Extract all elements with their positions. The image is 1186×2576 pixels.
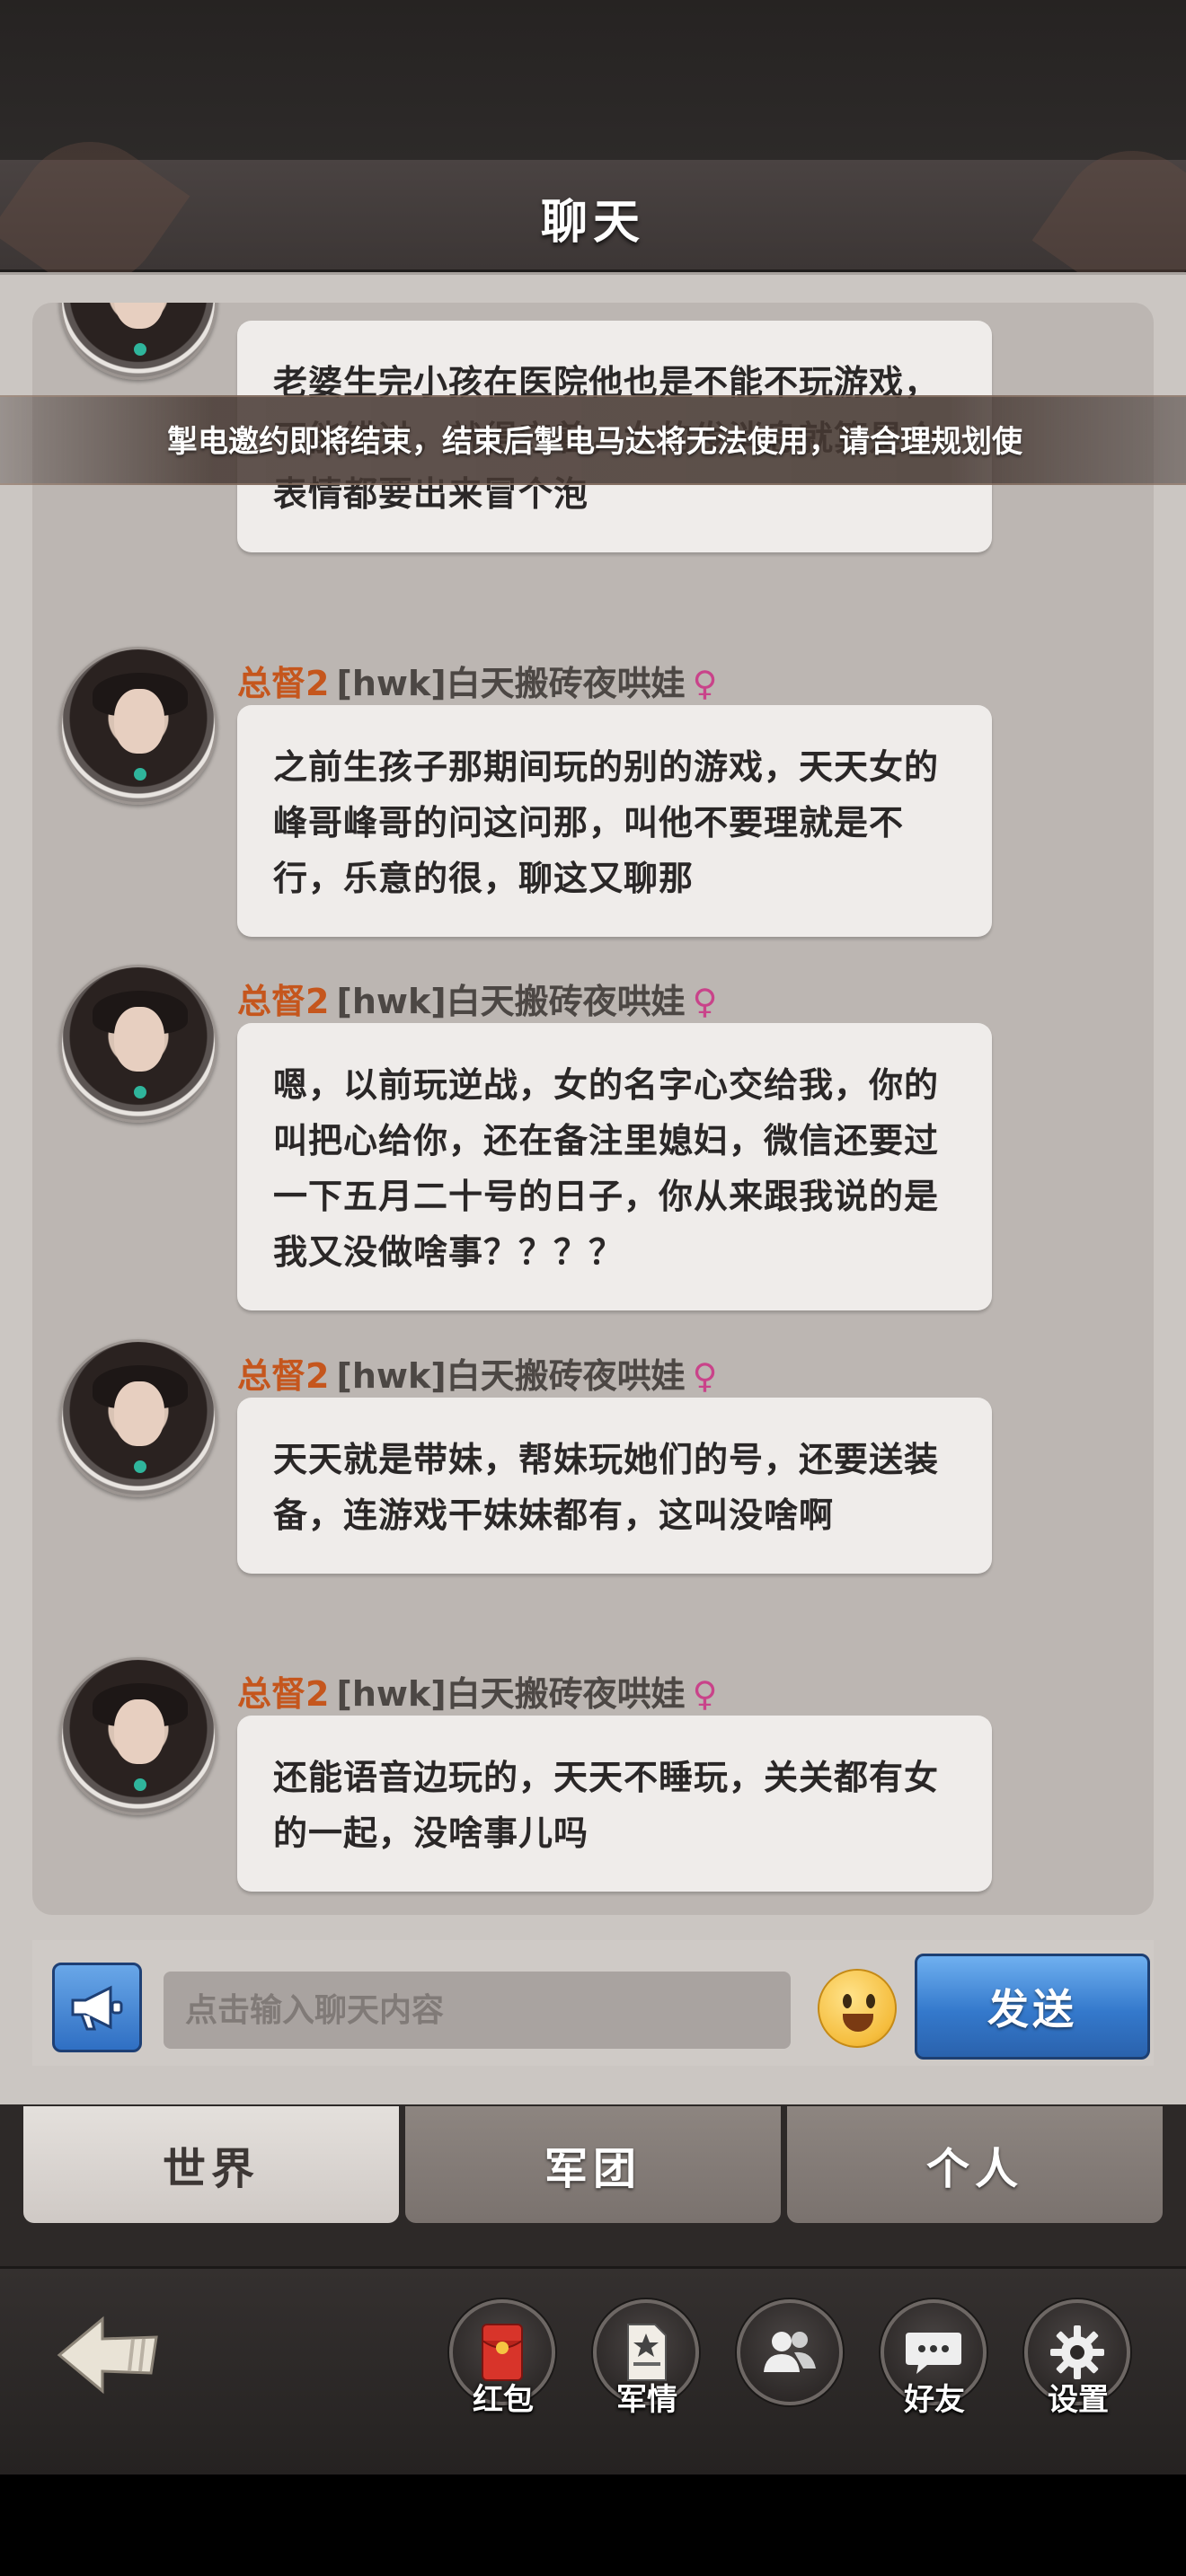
- dock-friends[interactable]: 好友: [881, 2299, 988, 2418]
- message-bubble: 还能语音边玩的，天天不睡玩，关关都有女的一起，没啥事儿吗: [237, 1716, 992, 1892]
- send-button[interactable]: 发送: [915, 1954, 1150, 2060]
- avatar[interactable]: [59, 1657, 217, 1815]
- dock-settings[interactable]: 设置: [1024, 2299, 1132, 2418]
- message-bubble: 之前生孩子那期间玩的别的游戏，天天女的峰哥峰哥的问这问那，叫他不要理就是不行，乐…: [237, 705, 992, 937]
- sender-guild: [hwk]: [336, 1674, 447, 1714]
- female-icon: ♀: [692, 1674, 718, 1714]
- status-area: [0, 0, 1186, 160]
- message-bubble: 天天就是带妹，帮妹玩她们的号，还要送装备，连游戏干妹妹都有，这叫没啥啊: [237, 1398, 992, 1574]
- emoji-button[interactable]: [818, 1969, 897, 2048]
- system-notice-banner: 掣电邀约即将结束，结束后掣电马达将无法使用，请合理规划使: [0, 395, 1186, 485]
- avatar[interactable]: [59, 303, 217, 380]
- sender-guild: [hwk]: [336, 1356, 447, 1396]
- message-bubble: 嗯，以前玩逆战，女的名字心交给我，你的叫把心给你，还在备注里媳妇，微信还要过一下…: [237, 1023, 992, 1310]
- chat-input[interactable]: [164, 1972, 791, 2049]
- sender-nickname: 白天搬砖夜哄娃: [446, 1674, 686, 1714]
- system-notice-text: 掣电邀约即将结束，结束后掣电马达将无法使用，请合理规划使: [167, 424, 1022, 460]
- dock-intel[interactable]: 军情: [593, 2299, 701, 2418]
- sender-nickname: 白天搬砖夜哄娃: [446, 1356, 686, 1396]
- chat-screen: 聊天 老婆生完小孩在医院他也是不能不玩游戏，不能错过，就得守着，女的发消息就算是…: [0, 0, 1186, 2475]
- sender-guild: [hwk]: [336, 664, 447, 703]
- female-icon: ♀: [692, 664, 718, 703]
- back-button[interactable]: [56, 2310, 164, 2400]
- sender-rank: 总督2: [237, 1356, 330, 1396]
- sender-nickname: 白天搬砖夜哄娃: [446, 664, 686, 703]
- group-icon: [764, 2332, 816, 2372]
- avatar[interactable]: [59, 965, 217, 1123]
- page-title: 聊天: [540, 196, 645, 250]
- chat-bubble-icon: [906, 2333, 961, 2374]
- sender-name[interactable]: 总督2 [hwk]白天搬砖夜哄娃 ♀: [237, 656, 717, 705]
- sender-nickname: 白天搬砖夜哄娃: [446, 982, 686, 1021]
- female-icon: ♀: [692, 1356, 718, 1396]
- smiley-face-icon: [843, 1994, 852, 2008]
- avatar[interactable]: [59, 1339, 217, 1497]
- dock-group[interactable]: [737, 2299, 845, 2416]
- tab-world[interactable]: 世界: [23, 2106, 399, 2223]
- dock-label: 好友: [904, 2382, 965, 2418]
- sender-name[interactable]: 总督2 [hwk]白天搬砖夜哄娃 ♀: [237, 1666, 717, 1716]
- megaphone-icon: [71, 1985, 123, 2031]
- back-arrow-icon: [57, 2316, 158, 2395]
- dock-label: 军情: [616, 2382, 677, 2418]
- female-icon: ♀: [692, 982, 718, 1021]
- tab-legion[interactable]: 军团: [405, 2106, 781, 2223]
- dock-label: 设置: [1048, 2382, 1109, 2418]
- sender-rank: 总督2: [237, 664, 330, 703]
- megaphone-button[interactable]: [52, 1963, 142, 2052]
- sender-rank: 总督2: [237, 982, 330, 1021]
- sender-name[interactable]: 总督2 [hwk]白天搬砖夜哄娃 ♀: [237, 974, 717, 1023]
- avatar[interactable]: [59, 647, 217, 805]
- sender-name[interactable]: 总督2 [hwk]白天搬砖夜哄娃 ♀: [237, 1348, 717, 1398]
- gear-icon: [1050, 2325, 1104, 2379]
- system-nav-area: [0, 2475, 1186, 2576]
- dock-label: 红包: [473, 2382, 534, 2418]
- sender-rank: 总督2: [237, 1674, 330, 1714]
- tab-personal[interactable]: 个人: [787, 2106, 1163, 2223]
- message-list[interactable]: 老婆生完小孩在医院他也是不能不玩游戏，不能错过，就得守着，女的发消息就算是个表情…: [32, 303, 1154, 1915]
- sender-guild: [hwk]: [336, 982, 447, 1021]
- dock-red-packet[interactable]: 红包: [449, 2299, 557, 2418]
